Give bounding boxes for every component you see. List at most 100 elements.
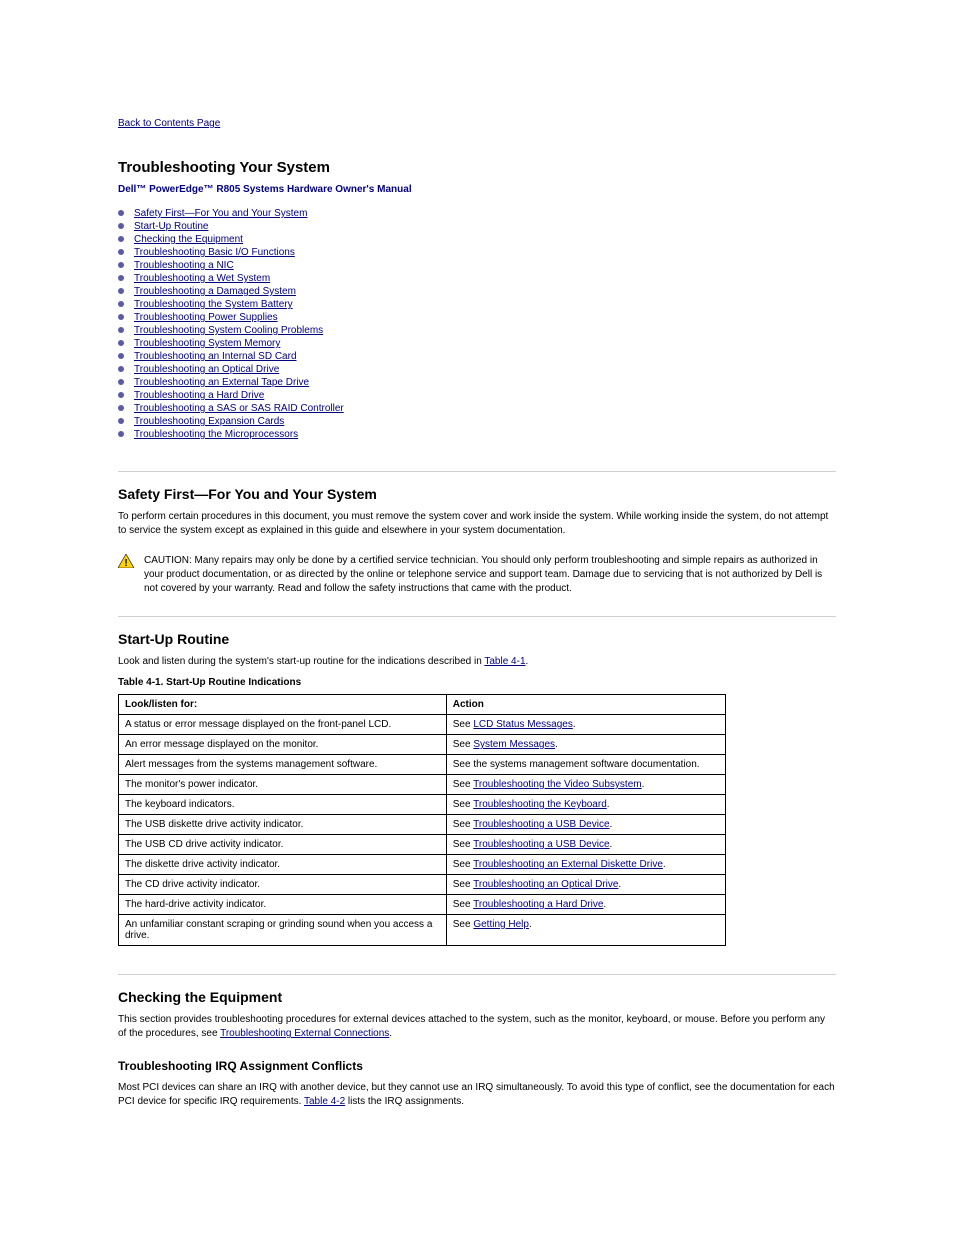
startup-para-b: . (526, 656, 529, 667)
divider (118, 974, 836, 975)
toc-link[interactable]: Troubleshooting a Damaged System (134, 286, 296, 297)
table-cell-action: See Troubleshooting an External Diskette… (446, 855, 725, 875)
table-action-link[interactable]: Troubleshooting an Optical Drive (473, 879, 618, 890)
toc-link[interactable]: Checking the Equipment (134, 234, 243, 245)
toc-item: Checking the Equipment (118, 233, 836, 246)
section-safety-title-a: Safety First (118, 486, 194, 502)
toc-link[interactable]: Troubleshooting a Hard Drive (134, 390, 264, 401)
caution-block: ! CAUTION: Many repairs may only be done… (118, 554, 836, 596)
toc-link[interactable]: Troubleshooting Basic I/O Functions (134, 247, 295, 258)
table-cell-look: An unfamiliar constant scraping or grind… (119, 915, 447, 946)
table-4-1-caption: Table 4-1. Start-Up Routine Indications (118, 677, 836, 688)
table-action-link[interactable]: Getting Help (473, 919, 529, 930)
startup-para-a: Look and listen during the system's star… (118, 656, 484, 667)
table-cell-action: See the systems management software docu… (446, 755, 725, 775)
table-action-link[interactable]: Troubleshooting a Hard Drive (473, 899, 603, 910)
toc-item: Troubleshooting Expansion Cards (118, 415, 836, 428)
table-cell-action: See Troubleshooting a Hard Drive. (446, 895, 725, 915)
toc-item: Troubleshooting the Microprocessors (118, 428, 836, 441)
toc-link[interactable]: Troubleshooting a NIC (134, 260, 234, 271)
table-action-link[interactable]: System Messages (473, 739, 555, 750)
page: Back to Contents Page Troubleshooting Yo… (0, 0, 954, 1147)
toc-item: Troubleshooting a SAS or SAS RAID Contro… (118, 402, 836, 415)
table-cell-look: The keyboard indicators. (119, 795, 447, 815)
table-action-link[interactable]: Troubleshooting the Video Subsystem (473, 779, 641, 790)
divider (118, 616, 836, 617)
checking-para-1: This section provides troubleshooting pr… (118, 1013, 836, 1041)
toc-link[interactable]: Troubleshooting a SAS or SAS RAID Contro… (134, 403, 344, 414)
table-cell-look: The monitor's power indicator. (119, 775, 447, 795)
table-cell-action: See System Messages. (446, 735, 725, 755)
table-cell-look: Alert messages from the systems manageme… (119, 755, 447, 775)
toc-item: Start-Up Routine (118, 220, 836, 233)
toc-link[interactable]: Troubleshooting an External Tape Drive (134, 377, 309, 388)
irq-para-b: lists the IRQ assignments. (345, 1096, 464, 1107)
toc-item: Troubleshooting an Internal SD Card (118, 350, 836, 363)
toc-item: Troubleshooting a Wet System (118, 272, 836, 285)
table-action-link[interactable]: Troubleshooting a USB Device (473, 839, 609, 850)
table-4-1-caption-a: Table 4-1. Start- (118, 677, 192, 688)
irq-para-a: Most PCI devices can share an IRQ with a… (118, 1082, 835, 1107)
table-cell-look: The hard-drive activity indicator. (119, 895, 447, 915)
toc-item: Troubleshooting an External Tape Drive (118, 376, 836, 389)
toc-link[interactable]: Troubleshooting the Microprocessors (134, 429, 298, 440)
toc-link[interactable]: Start-Up Routine (134, 221, 208, 232)
toc-link[interactable]: Troubleshooting the System Battery (134, 299, 293, 310)
table-action-link[interactable]: Troubleshooting a USB Device (473, 819, 609, 830)
table-of-contents: Safety First—For You and Your System Star… (118, 207, 836, 441)
toc-item: Troubleshooting an Optical Drive (118, 363, 836, 376)
table-4-1-link[interactable]: Table 4-1 (484, 656, 525, 667)
table-cell-action: See Getting Help. (446, 915, 725, 946)
table-header-action: Action (446, 695, 725, 715)
table-cell-look: The diskette drive activity indicator. (119, 855, 447, 875)
toc-link[interactable]: Troubleshooting Power Supplies (134, 312, 278, 323)
table-4-2-link[interactable]: Table 4-2 (304, 1096, 345, 1107)
table-action-link[interactable]: Troubleshooting the Keyboard (473, 799, 607, 810)
back-link[interactable]: Back to Contents Page (118, 118, 220, 129)
table-cell-action: See Troubleshooting a USB Device. (446, 815, 725, 835)
table-cell-look: The USB CD drive activity indicator. (119, 835, 447, 855)
toc-link[interactable]: Troubleshooting Expansion Cards (134, 416, 284, 427)
toc-item: Troubleshooting System Memory (118, 337, 836, 350)
section-checking-title: Checking the Equipment (118, 989, 836, 1005)
section-safety-title-dash: — (194, 486, 208, 502)
table-cell-look: A status or error message displayed on t… (119, 715, 447, 735)
table-header-look: Look/listen for: (119, 695, 447, 715)
toc-item: Troubleshooting the System Battery (118, 298, 836, 311)
back-to-contents: Back to Contents Page (118, 118, 836, 129)
table-cell-action: See Troubleshooting a USB Device. (446, 835, 725, 855)
section-startup-title: Start-Up Routine (118, 631, 836, 647)
table-cell-look: The USB diskette drive activity indicato… (119, 815, 447, 835)
toc-link[interactable]: Troubleshooting a Wet System (134, 273, 270, 284)
toc-link[interactable]: Safety First—For You and Your System (134, 208, 307, 219)
toc-link[interactable]: Troubleshooting an Internal SD Card (134, 351, 297, 362)
irq-para: Most PCI devices can share an IRQ with a… (118, 1081, 836, 1109)
troubleshooting-external-link[interactable]: Troubleshooting External Connections (220, 1028, 389, 1039)
safety-para-1: To perform certain procedures in this do… (118, 510, 836, 538)
toc-item: Troubleshooting a Hard Drive (118, 389, 836, 402)
toc-link[interactable]: Troubleshooting an Optical Drive (134, 364, 279, 375)
startup-para: Look and listen during the system's star… (118, 655, 836, 669)
section-safety-title-b: For You and Your System (208, 486, 377, 502)
table-action-link[interactable]: Troubleshooting an External Diskette Dri… (473, 859, 663, 870)
toc-item: Troubleshooting Power Supplies (118, 311, 836, 324)
table-cell-action: See Troubleshooting an Optical Drive. (446, 875, 725, 895)
table-4-1-caption-b: Up Routine Indications (192, 677, 301, 688)
divider (118, 471, 836, 472)
toc-item: Troubleshooting a Damaged System (118, 285, 836, 298)
toc-link[interactable]: Troubleshooting System Cooling Problems (134, 325, 323, 336)
toc-item: Troubleshooting a NIC (118, 259, 836, 272)
caution-text: CAUTION: Many repairs may only be done b… (144, 554, 836, 596)
toc-item: Troubleshooting Basic I/O Functions (118, 246, 836, 259)
toc-item: Safety First—For You and Your System (118, 207, 836, 220)
section-safety-title: Safety First—For You and Your System (118, 486, 836, 502)
table-action-link[interactable]: LCD Status Messages (473, 719, 573, 730)
table-cell-action: See Troubleshooting the Keyboard. (446, 795, 725, 815)
startup-routine-table: Look/listen for: Action A status or erro… (118, 694, 726, 946)
toc-item: Troubleshooting System Cooling Problems (118, 324, 836, 337)
caution-icon: ! (118, 554, 134, 568)
toc-link[interactable]: Troubleshooting System Memory (134, 338, 280, 349)
table-cell-action: See LCD Status Messages. (446, 715, 725, 735)
table-cell-look: An error message displayed on the monito… (119, 735, 447, 755)
table-cell-look: The CD drive activity indicator. (119, 875, 447, 895)
